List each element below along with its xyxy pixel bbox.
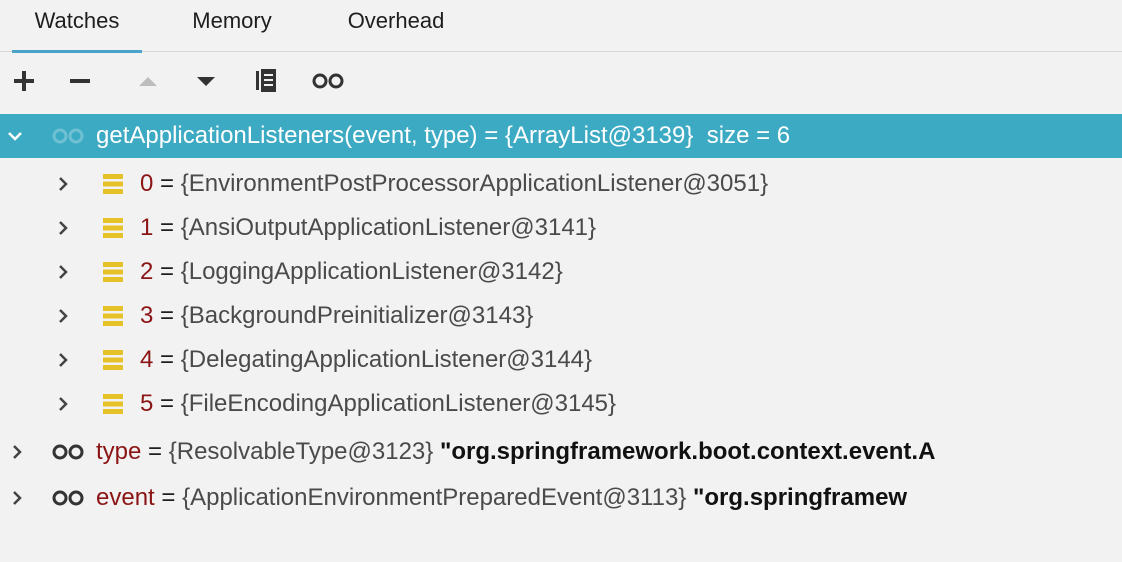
list-item[interactable]: 0 = {EnvironmentPostProcessorApplication…: [0, 162, 1122, 206]
list-icon: [100, 250, 126, 294]
item-value: {LoggingApplicationListener@3142}: [180, 258, 563, 285]
show-watches-button[interactable]: [310, 63, 346, 99]
list-item[interactable]: 5 = {FileEncodingApplicationListener@314…: [0, 382, 1122, 426]
equals-sign: =: [477, 122, 505, 149]
list-icon: [100, 338, 126, 382]
watch-row-selected[interactable]: getApplicationListeners(event, type) = {…: [0, 114, 1122, 158]
chevron-right-icon[interactable]: [52, 382, 74, 426]
chevron-right-icon[interactable]: [52, 162, 74, 206]
item-index: 5: [140, 390, 154, 417]
item-value: {DelegatingApplicationListener@3144}: [180, 346, 593, 373]
chevron-right-icon[interactable]: [6, 430, 28, 474]
move-up-button[interactable]: [130, 63, 166, 99]
chevron-right-icon[interactable]: [52, 206, 74, 250]
watch-row-event[interactable]: event = {ApplicationEnvironmentPreparedE…: [0, 476, 1122, 520]
equals-sign: =: [153, 346, 181, 373]
chevron-right-icon[interactable]: [52, 338, 74, 382]
list-icon: [100, 206, 126, 250]
item-index: 3: [140, 302, 154, 329]
chevron-right-icon[interactable]: [52, 294, 74, 338]
equals-sign: =: [154, 484, 183, 511]
equals-sign: =: [153, 390, 181, 417]
watches-tree: getApplicationListeners(event, type) = {…: [0, 110, 1122, 562]
item-index: 1: [140, 214, 154, 241]
item-value: {EnvironmentPostProcessorApplicationList…: [180, 170, 769, 197]
chevron-right-icon[interactable]: [52, 250, 74, 294]
watch-expression: type: [96, 438, 142, 465]
item-value: {FileEncodingApplicationListener@3145}: [180, 390, 617, 417]
list-icon: [100, 382, 126, 426]
watch-value: {ApplicationEnvironmentPreparedEvent@311…: [182, 484, 687, 511]
string-value: "org.springframew: [693, 484, 908, 511]
chevron-right-icon[interactable]: [6, 476, 28, 520]
string-value: "org.springframework.boot.context.event.…: [439, 438, 936, 465]
list-icon: [100, 294, 126, 338]
chevron-down-icon[interactable]: [4, 114, 26, 158]
item-index: 2: [140, 258, 154, 285]
list-item[interactable]: 2 = {LoggingApplicationListener@3142}: [0, 250, 1122, 294]
glasses-icon: [48, 430, 88, 474]
tab-memory[interactable]: Memory: [172, 0, 292, 52]
item-value: {AnsiOutputApplicationListener@3141}: [180, 214, 597, 241]
plus-icon: [14, 71, 34, 91]
triangle-down-icon: [197, 77, 215, 86]
equals-sign: =: [141, 438, 169, 465]
equals-sign: =: [153, 214, 181, 241]
list-item[interactable]: 4 = {DelegatingApplicationListener@3144}: [0, 338, 1122, 382]
tab-overhead[interactable]: Overhead: [326, 0, 466, 52]
glasses-icon: [48, 114, 88, 158]
copy-button[interactable]: [248, 63, 284, 99]
list-icon: [100, 162, 126, 206]
watch-row-type[interactable]: type = {ResolvableType@3123} "org.spring…: [0, 430, 1122, 474]
item-index: 4: [140, 346, 154, 373]
watch-expression: getApplicationListeners(event, type): [96, 122, 478, 149]
watch-value: {ResolvableType@3123}: [168, 438, 434, 465]
triangle-up-icon: [139, 77, 157, 86]
item-index: 0: [140, 170, 154, 197]
equals-sign: =: [153, 170, 181, 197]
minus-icon: [70, 79, 90, 83]
add-watch-button[interactable]: [6, 63, 42, 99]
item-value: {BackgroundPreinitializer@3143}: [180, 302, 534, 329]
equals-sign: =: [153, 302, 181, 329]
glasses-icon: [48, 476, 88, 520]
watch-expression: event: [96, 484, 155, 511]
move-down-button[interactable]: [188, 63, 224, 99]
equals-sign: =: [153, 258, 181, 285]
watch-value: {ArrayList@3139}: [504, 122, 694, 149]
tab-watches[interactable]: Watches: [12, 0, 142, 53]
watches-toolbar: [0, 53, 1122, 109]
copy-icon: [256, 69, 276, 92]
debugger-tab-bar: Watches Memory Overhead: [0, 0, 1122, 53]
remove-watch-button[interactable]: [62, 63, 98, 99]
glasses-icon: [312, 73, 344, 89]
list-item[interactable]: 3 = {BackgroundPreinitializer@3143}: [0, 294, 1122, 338]
list-item[interactable]: 1 = {AnsiOutputApplicationListener@3141}: [0, 206, 1122, 250]
size-label: size = 6: [706, 122, 791, 149]
